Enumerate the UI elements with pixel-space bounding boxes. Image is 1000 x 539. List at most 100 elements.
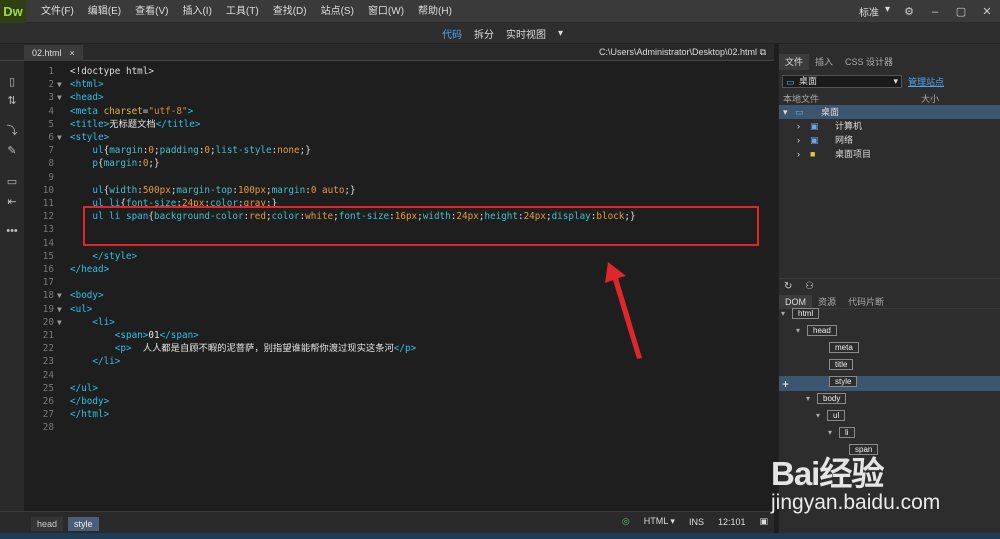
preview-icon[interactable]: ▣ (759, 516, 768, 527)
menu-item[interactable]: 帮助(H) (411, 0, 459, 23)
minimize-icon[interactable]: – (922, 6, 948, 18)
dom-node-style[interactable]: style (829, 376, 858, 387)
menu-item[interactable]: 站点(S) (314, 0, 361, 23)
menu-item[interactable]: 工具(T) (219, 0, 266, 23)
fold-toggle-icon[interactable]: ▼ (57, 91, 62, 104)
tab-css-designer[interactable]: CSS 设计器 (839, 54, 899, 70)
menu-item[interactable]: 窗口(W) (361, 0, 411, 23)
code-text: <li> (92, 316, 115, 328)
document-tabbar: 02.html × C:\Users\Administrator\Desktop… (0, 44, 774, 61)
computer-icon: ▣ (810, 121, 819, 131)
code-editor[interactable]: 1 <!doctype html> 2 ▼ <html> 3 ▼ <head> 4 <meta c… (24, 61, 774, 511)
dom-panel-tabs: DOM 资源 代码片断 (779, 295, 1000, 309)
breadcrumb-head[interactable]: head (31, 517, 64, 531)
line-number: 8 (48, 158, 54, 170)
fold-toggle-icon[interactable]: ▼ (57, 316, 62, 329)
code-text: <body> (70, 290, 104, 302)
document-tab[interactable]: 02.html × (24, 45, 83, 61)
restore-icon[interactable]: ⧉ (760, 47, 766, 57)
tab-insert[interactable]: 插入 (809, 54, 839, 70)
tree-item-network[interactable]: › ▣ 网络 (779, 133, 1000, 147)
menu-item[interactable]: 编辑(E) (81, 0, 128, 23)
line-number: 16 (42, 264, 54, 275)
comment-icon[interactable]: ▭ (5, 175, 19, 189)
dom-node-ul[interactable]: ul (827, 410, 846, 421)
highlight-box (83, 206, 759, 246)
connect-icon[interactable]: ⚇ (805, 281, 814, 292)
close-icon[interactable]: × (70, 45, 75, 61)
breadcrumb-style[interactable]: style (68, 517, 99, 531)
code-line: 2 ▼ <html> (24, 78, 774, 91)
site-select[interactable]: ▭ 桌面 ▾ (782, 74, 902, 88)
code-line: 19 ▼ <ul> (24, 303, 774, 316)
line-number: 25 (42, 382, 54, 394)
tab-files[interactable]: 文件 (779, 54, 810, 70)
line-number: 24 (42, 369, 54, 381)
line-number: 18 (42, 290, 54, 302)
code-line: 28 (24, 421, 774, 434)
manage-sites-link[interactable]: 管理站点 (908, 75, 944, 88)
line-number: 5 (48, 118, 54, 130)
tab-snippets[interactable]: 代码片断 (842, 295, 890, 308)
dom-node-head[interactable]: head (807, 325, 837, 336)
tab-live-view[interactable]: 实时视图 (506, 26, 546, 41)
refresh-icon[interactable]: ↻ (784, 281, 792, 292)
chevron-down-icon[interactable]: ▾ (816, 411, 820, 420)
code-line: 9 (24, 171, 774, 184)
file-icon[interactable]: ▯ (5, 75, 19, 89)
status-bar: head style ◎ HTML ▾ INS 12:101 ▣ (0, 511, 774, 533)
add-icon[interactable]: + (782, 377, 789, 391)
menu-item[interactable]: 插入(I) (175, 0, 218, 23)
menu-right: 标准 ▾ ⚙ – ▢ ✕ (853, 0, 1000, 23)
line-number: 12 (42, 211, 54, 223)
tab-assets[interactable]: 资源 (812, 295, 842, 308)
sort-icon[interactable]: ⇅ (5, 94, 19, 108)
chevron-down-icon[interactable]: ▾ (828, 428, 832, 437)
code-text: ul{width:500px;margin-top:100px;margin:0… (92, 184, 356, 196)
outdent-icon[interactable]: ⇤ (5, 195, 19, 209)
code-line: 25 </ul> (24, 382, 774, 395)
line-number: 26 (42, 396, 54, 407)
code-text: <span>01</span> (114, 330, 199, 341)
close-icon[interactable]: ✕ (974, 5, 1000, 18)
menu-item[interactable]: 查看(V) (128, 0, 175, 23)
chevron-down-icon[interactable]: ▾ (796, 326, 800, 335)
fold-toggle-icon[interactable]: ▼ (57, 303, 62, 316)
dom-node-span[interactable]: span (849, 444, 879, 455)
menu-item[interactable]: 文件(F) (34, 0, 81, 23)
tab-split[interactable]: 拆分 (474, 26, 494, 41)
dom-node-title[interactable]: title (829, 359, 854, 370)
status-right: ◎ HTML ▾ INS 12:101 ▣ (622, 516, 768, 527)
chevron-down-icon[interactable]: ▾ (558, 28, 563, 39)
tree-item-desktop[interactable]: ▾ ▭ 桌面 (779, 105, 1000, 119)
dom-node-body[interactable]: body (817, 393, 847, 404)
tree-item-desktop-project[interactable]: › ■ 桌面项目 (779, 147, 1000, 161)
gear-icon[interactable]: ⚙ (896, 5, 922, 18)
tree-item-label: 计算机 (835, 121, 863, 131)
line-number: 6 (48, 132, 54, 143)
tree-item-computer[interactable]: › ▣ 计算机 (779, 119, 1000, 133)
fold-toggle-icon[interactable]: ▼ (57, 78, 62, 91)
dom-node-li[interactable]: li (839, 427, 855, 438)
dom-node-html[interactable]: html (792, 308, 820, 319)
chevron-down-icon: ▾ (783, 107, 788, 117)
tab-dom[interactable]: DOM (779, 295, 812, 308)
line-number: 27 (42, 409, 54, 421)
tab-code[interactable]: 代码 (442, 26, 462, 41)
brush-icon[interactable]: ✎ (5, 144, 19, 158)
maximize-icon[interactable]: ▢ (948, 5, 974, 18)
files-panel-toolbar: ↻ ⚇ (779, 278, 1000, 294)
chevron-down-icon[interactable]: ▾ (806, 394, 810, 403)
fold-toggle-icon[interactable]: ▼ (57, 131, 62, 144)
cursor-position: 12:101 (717, 516, 746, 527)
dom-node-meta[interactable]: meta (829, 342, 859, 353)
wrap-icon[interactable]: ⤵ (5, 124, 19, 138)
os-taskbar (0, 533, 1000, 539)
more-icon[interactable]: ••• (5, 224, 19, 238)
chevron-down-icon[interactable]: ▾ (781, 309, 785, 318)
menu-item[interactable]: 查找(D) (266, 0, 314, 23)
line-number: 15 (42, 250, 54, 262)
language-select[interactable]: HTML ▾ (644, 516, 675, 527)
fold-toggle-icon[interactable]: ▼ (57, 289, 62, 302)
layout-mode-select[interactable]: 标准 ▾ (853, 4, 896, 19)
